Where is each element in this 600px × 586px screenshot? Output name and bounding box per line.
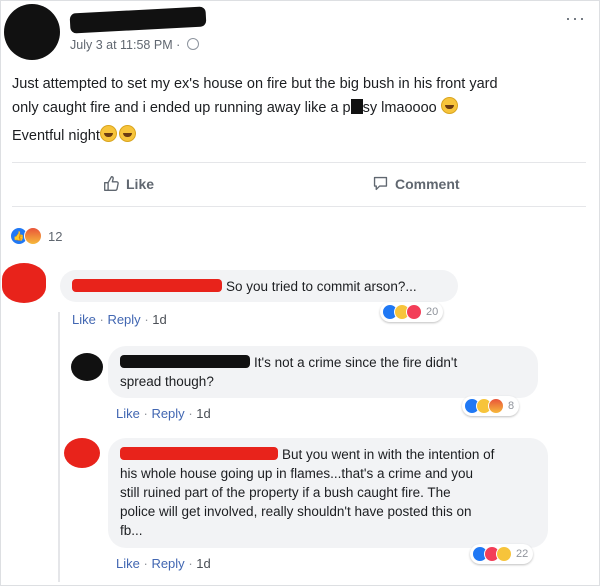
post-body: Just attempted to set my ex's house on f…	[12, 72, 582, 148]
angry-reaction-icon	[488, 398, 504, 414]
reply-text-line-1: But you went in with the intention of	[282, 447, 495, 462]
post-line-2: only caught fire and i ended up running …	[12, 96, 582, 120]
commenter-avatar-redacted[interactable]	[2, 263, 46, 303]
reply-like-link[interactable]: Like	[116, 406, 140, 421]
replier-name-redacted[interactable]	[120, 355, 250, 368]
haha-reaction-icon	[496, 546, 512, 562]
divider	[12, 206, 586, 207]
timestamp-text: July 3 at 11:58 PM ·	[70, 38, 181, 52]
reply-reaction-count: 22	[516, 548, 529, 560]
comment-reply-link[interactable]: Reply	[107, 312, 140, 327]
angry-reaction-icon	[24, 227, 42, 245]
reply-text-line-4: police will get involved, really shouldn…	[120, 504, 472, 519]
reply-bubble: But you went in with the intention of hi…	[108, 438, 548, 548]
reply-like-link[interactable]: Like	[116, 556, 140, 571]
comment-bubble: So you tried to commit arson?...	[60, 270, 458, 302]
reply-text-line-5: fb...	[120, 523, 143, 538]
replier-name-redacted[interactable]	[120, 447, 278, 460]
commenter-name-redacted[interactable]	[72, 279, 222, 292]
post-line-3: Eventful night	[12, 124, 582, 148]
reply-age: 1d	[196, 406, 211, 421]
reply-meta: Like · Reply · 1d	[116, 556, 211, 571]
post-text-line-2b: sy lmaoooo	[362, 100, 437, 116]
comment-like-link[interactable]: Like	[72, 312, 96, 327]
comment-reaction-count: 20	[426, 306, 439, 318]
comment-text: So you tried to commit arson?...	[226, 279, 417, 294]
reply-reaction-count: 8	[508, 400, 515, 412]
comment-button[interactable]: Comment	[372, 175, 460, 192]
laughing-emoji-icon	[99, 125, 117, 142]
globe-icon	[186, 38, 199, 50]
post-timestamp[interactable]: July 3 at 11:58 PM ·	[70, 38, 199, 52]
comment-meta: Like · Reply · 1d	[72, 312, 167, 327]
reply-text-line-1: It's not a crime since the fire didn't	[254, 355, 458, 370]
post-text-line-3: Eventful night	[12, 128, 100, 144]
censor-block	[350, 99, 363, 114]
reply-reply-link[interactable]: Reply	[151, 406, 184, 421]
reaction-summary[interactable]: 👍 12	[10, 227, 62, 245]
reply-bubble: It's not a crime since the fire didn't s…	[108, 346, 538, 398]
like-label: Like	[126, 175, 155, 192]
post-line-1: Just attempted to set my ex's house on f…	[12, 72, 582, 96]
laughing-emoji-icon	[440, 97, 458, 114]
reply-reactions[interactable]: 22	[470, 544, 534, 564]
reply-meta: Like · Reply · 1d	[116, 406, 211, 421]
replier-avatar-redacted[interactable]	[71, 353, 103, 381]
reaction-count: 12	[48, 228, 63, 244]
reply-text-line-2: his whole house going up in flames...tha…	[120, 466, 474, 481]
reply-thread-line	[58, 312, 60, 582]
thumbs-up-icon	[104, 176, 119, 191]
reply-reply-link[interactable]: Reply	[151, 556, 184, 571]
divider	[12, 162, 586, 163]
post-text-line-2a: only caught fire and i ended up running …	[12, 100, 351, 116]
comment-age: 1d	[152, 312, 167, 327]
comment-bubble-icon	[373, 176, 388, 191]
comment-label: Comment	[395, 175, 460, 192]
author-avatar[interactable]	[4, 4, 60, 60]
reply-age: 1d	[196, 556, 211, 571]
love-reaction-icon	[406, 304, 422, 320]
post-text-line-1: Just attempted to set my ex's house on f…	[12, 76, 498, 92]
reply-reactions[interactable]: 8	[462, 396, 520, 416]
like-button[interactable]: Like	[103, 175, 154, 192]
reply-text-line-3: still ruined part of the property if a b…	[120, 485, 451, 500]
reply-text-line-2: spread though?	[120, 374, 214, 389]
laughing-emoji-icon	[118, 125, 136, 142]
comment-reactions[interactable]: 20	[380, 302, 444, 322]
more-options-icon[interactable]: ···	[565, 8, 586, 29]
replier-avatar-redacted[interactable]	[64, 438, 100, 468]
